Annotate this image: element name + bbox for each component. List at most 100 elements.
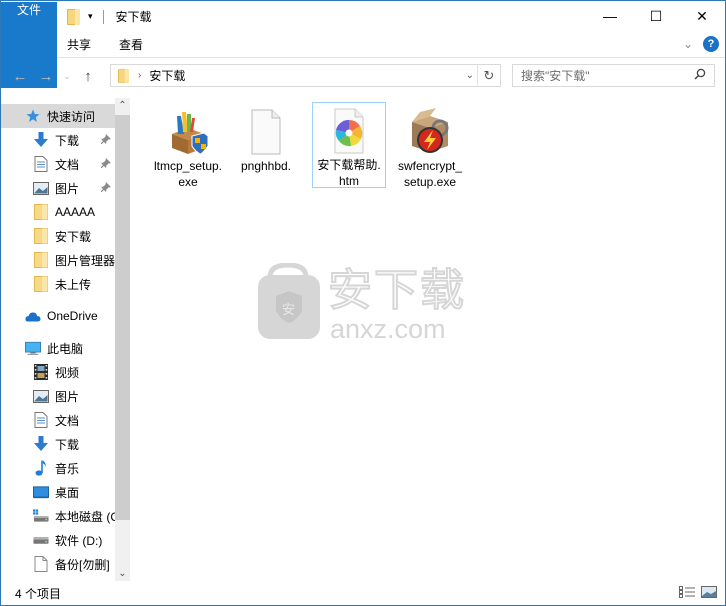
sidebar-item-label: 桌面 [55, 485, 80, 500]
divider [102, 9, 104, 24]
sidebar-item-14[interactable]: 下载 [1, 432, 115, 456]
large-icons-view-button[interactable] [701, 586, 717, 601]
sidebar-item-19[interactable]: 备份[勿删] [1, 552, 115, 576]
search-input[interactable]: 搜索"安下载" [512, 64, 715, 87]
cloud-icon [25, 308, 41, 324]
navigation-pane: 快速访问 下载 文档 图片 AAAAA 安下载 图片管理器 未上传 OneDrive 此电脑 视频图… [1, 98, 129, 581]
refresh-button[interactable]: ↻ [477, 65, 500, 86]
up-button[interactable]: ↑ [75, 68, 101, 85]
folder-icon [33, 252, 49, 268]
computer-icon [25, 340, 41, 356]
sidebar-item-label: 图片 [55, 389, 80, 404]
file-name: 安下载帮助.htm [317, 158, 381, 188]
sidebar-item-7[interactable]: 图片管理器 [1, 248, 115, 272]
sidebar-item-label: 图片 [55, 181, 80, 196]
file-item[interactable]: swfencrypt_setup.exe [393, 104, 467, 190]
sidebar-item-label: AAAAA [55, 205, 96, 219]
tab-share[interactable]: 共享 [53, 32, 105, 58]
html-file-icon [325, 107, 373, 155]
document-icon [33, 412, 49, 428]
navigation-bar: ← → ⌄ ↑ › 安下载 ⌄ ↻ 搜索"安下载" [1, 59, 725, 93]
navigation-pane-scrollbar[interactable]: ⌃ ⌄ [115, 98, 130, 581]
pin-icon[interactable] [100, 133, 111, 147]
folder-icon [33, 228, 49, 244]
breadcrumb-item[interactable]: 安下载 [149, 67, 185, 84]
desktop-icon [33, 484, 49, 500]
sidebar-item-6[interactable]: 安下载 [1, 224, 115, 248]
drive-icon [33, 532, 49, 548]
sidebar-item-15[interactable]: 音乐 [1, 456, 115, 480]
scrollbar-thumb[interactable] [115, 115, 130, 520]
help-icon[interactable]: ? [703, 36, 719, 52]
sidebar-item-12[interactable]: 图片 [1, 384, 115, 408]
new-folder-icon[interactable] [67, 8, 80, 25]
customize-toolbar-dropdown[interactable]: ▾ [88, 11, 93, 22]
scroll-up-arrow[interactable]: ⌃ [115, 100, 130, 111]
sidebar-item-5[interactable]: AAAAA [1, 200, 115, 224]
maximize-button[interactable]: ☐ [633, 1, 679, 31]
breadcrumb-separator[interactable]: › [138, 70, 141, 81]
search-placeholder: 搜索"安下载" [521, 69, 590, 83]
sidebar-item-label: 下载 [55, 437, 80, 452]
close-button[interactable]: ✕ [679, 1, 725, 31]
recent-locations-dropdown[interactable]: ⌄ [59, 71, 75, 82]
sidebar-item-9[interactable]: OneDrive [1, 304, 115, 328]
pin-icon[interactable] [100, 181, 111, 195]
sidebar-item-label: 此电脑 [47, 341, 84, 356]
folder-icon [33, 276, 49, 292]
swf-installer-icon [406, 108, 454, 156]
music-icon [33, 460, 49, 476]
sidebar-item-label: 音乐 [55, 461, 80, 476]
item-count: 4 个项目 [15, 586, 62, 601]
back-button[interactable]: ← [7, 68, 33, 85]
pin-icon[interactable] [100, 157, 111, 171]
file-item-selected[interactable]: 安下载帮助.htm [312, 102, 386, 188]
sidebar-item-16[interactable]: 桌面 [1, 480, 115, 504]
file-name: ltmcp_setup.exe [153, 159, 223, 189]
file-item[interactable]: pnghhbd. [229, 104, 303, 190]
video-icon [33, 364, 49, 380]
folder-icon [117, 68, 130, 83]
sidebar-item-3[interactable]: 文档 [1, 152, 115, 176]
sidebar-item-label: 软件 (D:) [55, 533, 103, 548]
picture-icon [33, 388, 49, 404]
title-bar: ▾ 安下载 — ☐ ✕ [1, 1, 725, 32]
sidebar-item-8[interactable]: 未上传 [1, 272, 115, 296]
sidebar-item-label: 本地磁盘 (C:) [55, 509, 115, 524]
sidebar-item-label: 未上传 [55, 277, 92, 292]
file-item[interactable]: ltmcp_setup.exe [151, 104, 225, 190]
expand-ribbon-icon[interactable]: ⌄ [683, 37, 693, 51]
sidebar-item-label: 备份[勿删] [55, 557, 110, 572]
sidebar-item-11[interactable]: 视频 [1, 360, 115, 384]
document-icon [33, 156, 49, 172]
folder-icon [33, 204, 49, 220]
sidebar-item-label: 视频 [55, 365, 80, 380]
explorer-window: ▾ 安下载 — ☐ ✕ 文件 主页 共享 查看 ⌄ ? ← → ⌄ ↑ › 安下… [0, 0, 726, 606]
sidebar-item-label: 图片管理器 [55, 253, 115, 268]
sidebar-item-label: OneDrive [47, 309, 98, 323]
status-bar: 4 个项目 [1, 581, 725, 605]
blank-file-icon [33, 556, 49, 572]
sidebar-item-label: 下载 [55, 133, 80, 148]
minimize-button[interactable]: — [587, 1, 633, 31]
scroll-down-arrow[interactable]: ⌄ [115, 568, 130, 579]
address-dropdown[interactable]: ⌄ [466, 70, 474, 81]
system-drive-icon [33, 508, 49, 524]
sidebar-item-13[interactable]: 文档 [1, 408, 115, 432]
sidebar-item-1[interactable]: 快速访问 [1, 104, 115, 128]
sidebar-item-2[interactable]: 下载 [1, 128, 115, 152]
details-view-button[interactable] [679, 586, 695, 601]
star-icon [25, 108, 41, 124]
forward-button[interactable]: → [33, 68, 59, 85]
blank-file-icon [242, 108, 290, 156]
sidebar-item-10[interactable]: 此电脑 [1, 336, 115, 360]
sidebar-item-label: 安下载 [55, 229, 92, 244]
window-title: 安下载 [115, 10, 152, 24]
search-icon[interactable] [694, 68, 706, 83]
address-bar[interactable]: › 安下载 ⌄ ↻ [110, 64, 501, 87]
tab-view[interactable]: 查看 [105, 32, 157, 58]
sidebar-item-4[interactable]: 图片 [1, 176, 115, 200]
sidebar-item-17[interactable]: 本地磁盘 (C:) [1, 504, 115, 528]
download-icon [33, 132, 49, 148]
sidebar-item-18[interactable]: 软件 (D:) [1, 528, 115, 552]
